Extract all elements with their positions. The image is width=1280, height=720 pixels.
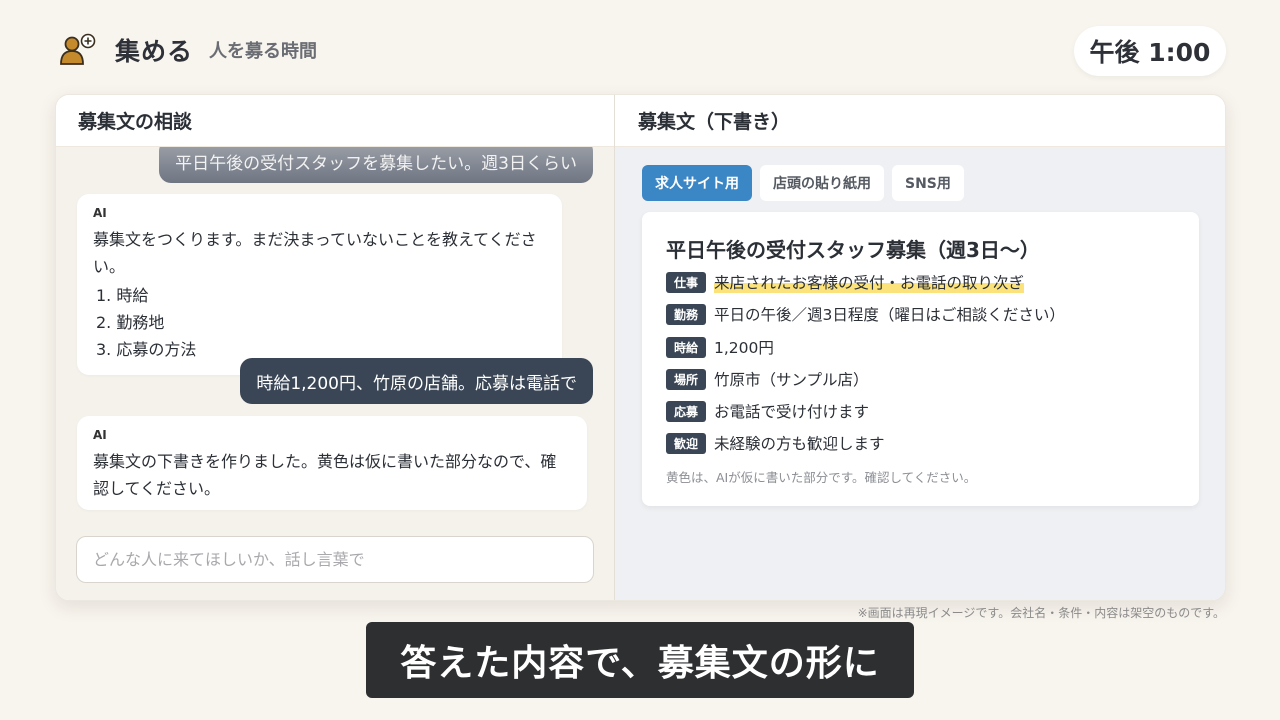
tab-job-site[interactable]: 求人サイト用 bbox=[642, 165, 752, 201]
question-list: 1. 時給 2. 勤務地 3. 応募の方法 bbox=[93, 282, 546, 363]
person-add-icon bbox=[58, 30, 98, 70]
row-tag: 場所 bbox=[666, 368, 706, 390]
ai-label: AI bbox=[93, 428, 107, 442]
chat-header: 募集文の相談 bbox=[56, 95, 614, 147]
row-text: 1,200円 bbox=[714, 339, 774, 357]
draft-row: 場所 竹原市（サンプル店） bbox=[666, 368, 869, 390]
user-message: 時給1,200円、竹原の店舗。応募は電話で bbox=[240, 358, 593, 404]
draft-row: 仕事 来店されたお客様の受付・お電話の取り次ぎ bbox=[666, 271, 1025, 293]
list-item: 1. 時給 bbox=[96, 286, 149, 305]
main-panel: 募集文の相談 平日午後の受付スタッフを募集したい。週3日くらい AI 募集文をつ… bbox=[55, 94, 1226, 601]
row-tag: 仕事 bbox=[666, 271, 706, 293]
row-tag: 勤務 bbox=[666, 303, 706, 325]
disclaimer: ※画面は再現イメージです。会社名・条件・内容は架空のものです。 bbox=[857, 606, 1225, 620]
draft-row: 歓迎 未経験の方も歓迎します bbox=[666, 432, 885, 454]
chat-input[interactable] bbox=[76, 536, 594, 583]
draft-header: 募集文（下書き） bbox=[615, 95, 1225, 147]
app-title: 集める bbox=[115, 37, 194, 66]
message-text: 平日午後の受付スタッフを募集したい。週3日くらい bbox=[175, 153, 577, 174]
row-text: お電話で受け付けます bbox=[714, 403, 870, 421]
chat-pane: 募集文の相談 平日午後の受付スタッフを募集したい。週3日くらい AI 募集文をつ… bbox=[56, 95, 615, 600]
ai-message: AI 募集文をつくります。まだ決まっていないことを教えてください。 1. 時給 … bbox=[77, 194, 562, 375]
draft-row: 勤務 平日の午後／週3日程度（曜日はご相談ください） bbox=[666, 303, 1065, 325]
draft-pane: 募集文（下書き） 求人サイト用 店頭の貼り紙用 SNS用 平日午後の受付スタッフ… bbox=[615, 95, 1225, 600]
clock: 午後 1:00 bbox=[1074, 26, 1226, 76]
row-tag: 歓迎 bbox=[666, 432, 706, 454]
draft-row: 時給 1,200円 bbox=[666, 336, 774, 358]
user-message: 平日午後の受付スタッフを募集したい。週3日くらい bbox=[159, 147, 593, 183]
ai-label: AI bbox=[93, 206, 107, 220]
row-tag: 時給 bbox=[666, 336, 706, 358]
message-text: 募集文をつくります。まだ決まっていないことを教えてください。 bbox=[93, 230, 537, 276]
app-subtitle: 人を募る時間 bbox=[209, 41, 318, 62]
draft-card: 平日午後の受付スタッフ募集（週3日〜） 仕事 来店されたお客様の受付・お電話の取… bbox=[642, 212, 1199, 506]
tab-sns[interactable]: SNS用 bbox=[892, 165, 964, 201]
row-text: 竹原市（サンプル店） bbox=[714, 371, 869, 389]
list-item: 2. 勤務地 bbox=[96, 313, 165, 332]
draft-note: 黄色は、AIが仮に書いた部分です。確認してください。 bbox=[666, 470, 977, 485]
message-text: 時給1,200円、竹原の店舗。応募は電話で bbox=[256, 373, 577, 394]
ai-message: AI 募集文の下書きを作りました。黄色は仮に書いた部分なので、確認してください。 bbox=[77, 416, 587, 510]
row-text: 未経験の方も歓迎します bbox=[714, 435, 885, 453]
caption-subtitle: 答えた内容で、募集文の形に bbox=[366, 622, 914, 698]
message-text: 募集文の下書きを作りました。黄色は仮に書いた部分なので、確認してください。 bbox=[93, 452, 557, 498]
app-header: 集める 人を募る時間 bbox=[58, 30, 317, 70]
tab-store-poster[interactable]: 店頭の貼り紙用 bbox=[760, 165, 884, 201]
row-text: 平日の午後／週3日程度（曜日はご相談ください） bbox=[714, 306, 1065, 324]
draft-row: 応募 お電話で受け付けます bbox=[666, 400, 869, 422]
draft-title: 平日午後の受付スタッフ募集（週3日〜） bbox=[666, 238, 1040, 262]
row-text: 来店されたお客様の受付・お電話の取り次ぎ bbox=[714, 271, 1025, 293]
chat-area[interactable]: 平日午後の受付スタッフを募集したい。週3日くらい AI 募集文をつくります。まだ… bbox=[56, 147, 614, 522]
row-tag: 応募 bbox=[666, 400, 706, 422]
format-tabs: 求人サイト用 店頭の貼り紙用 SNS用 bbox=[642, 165, 964, 201]
